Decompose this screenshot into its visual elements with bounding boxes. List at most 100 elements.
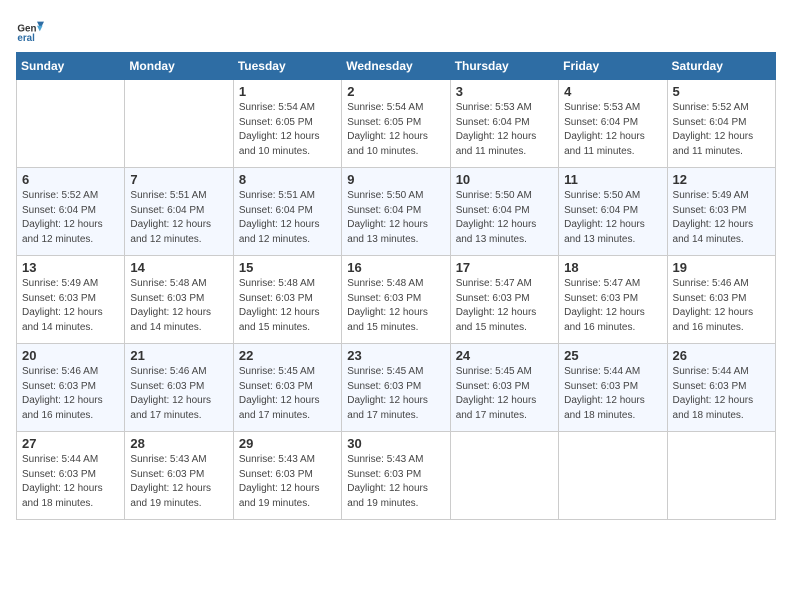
weekday-header-sunday: Sunday xyxy=(17,53,125,80)
day-number: 15 xyxy=(239,260,336,275)
calendar-cell xyxy=(559,432,667,520)
day-number: 6 xyxy=(22,172,119,187)
day-number: 19 xyxy=(673,260,770,275)
calendar-cell: 4 Sunrise: 5:53 AM Sunset: 6:04 PM Daylig… xyxy=(559,80,667,168)
calendar-table: SundayMondayTuesdayWednesdayThursdayFrid… xyxy=(16,52,776,520)
day-detail: Sunrise: 5:43 AM Sunset: 6:03 PM Dayligh… xyxy=(130,453,227,511)
day-number: 3 xyxy=(456,84,553,99)
day-number: 14 xyxy=(130,260,227,275)
day-number: 24 xyxy=(456,348,553,363)
logo: Gen eral xyxy=(16,16,48,44)
calendar-cell: 8 Sunrise: 5:51 AM Sunset: 6:04 PM Daylig… xyxy=(233,168,341,256)
day-number: 25 xyxy=(564,348,661,363)
day-detail: Sunrise: 5:53 AM Sunset: 6:04 PM Dayligh… xyxy=(456,101,553,159)
calendar-cell: 18 Sunrise: 5:47 AM Sunset: 6:03 PM Dayli… xyxy=(559,256,667,344)
day-detail: Sunrise: 5:44 AM Sunset: 6:03 PM Dayligh… xyxy=(22,453,119,511)
day-number: 30 xyxy=(347,436,444,451)
day-number: 8 xyxy=(239,172,336,187)
calendar-cell xyxy=(450,432,558,520)
day-number: 7 xyxy=(130,172,227,187)
day-number: 16 xyxy=(347,260,444,275)
day-detail: Sunrise: 5:43 AM Sunset: 6:03 PM Dayligh… xyxy=(347,453,444,511)
calendar-cell: 27 Sunrise: 5:44 AM Sunset: 6:03 PM Dayli… xyxy=(17,432,125,520)
day-detail: Sunrise: 5:48 AM Sunset: 6:03 PM Dayligh… xyxy=(347,277,444,335)
calendar-cell: 19 Sunrise: 5:46 AM Sunset: 6:03 PM Dayli… xyxy=(667,256,775,344)
calendar-cell: 3 Sunrise: 5:53 AM Sunset: 6:04 PM Daylig… xyxy=(450,80,558,168)
day-detail: Sunrise: 5:53 AM Sunset: 6:04 PM Dayligh… xyxy=(564,101,661,159)
day-detail: Sunrise: 5:54 AM Sunset: 6:05 PM Dayligh… xyxy=(347,101,444,159)
day-detail: Sunrise: 5:48 AM Sunset: 6:03 PM Dayligh… xyxy=(239,277,336,335)
day-detail: Sunrise: 5:48 AM Sunset: 6:03 PM Dayligh… xyxy=(130,277,227,335)
day-detail: Sunrise: 5:43 AM Sunset: 6:03 PM Dayligh… xyxy=(239,453,336,511)
calendar-cell: 1 Sunrise: 5:54 AM Sunset: 6:05 PM Daylig… xyxy=(233,80,341,168)
calendar-cell: 20 Sunrise: 5:46 AM Sunset: 6:03 PM Dayli… xyxy=(17,344,125,432)
day-detail: Sunrise: 5:47 AM Sunset: 6:03 PM Dayligh… xyxy=(456,277,553,335)
day-detail: Sunrise: 5:50 AM Sunset: 6:04 PM Dayligh… xyxy=(347,189,444,247)
day-detail: Sunrise: 5:52 AM Sunset: 6:04 PM Dayligh… xyxy=(673,101,770,159)
weekday-header-tuesday: Tuesday xyxy=(233,53,341,80)
day-number: 29 xyxy=(239,436,336,451)
calendar-cell: 30 Sunrise: 5:43 AM Sunset: 6:03 PM Dayli… xyxy=(342,432,450,520)
day-number: 9 xyxy=(347,172,444,187)
day-number: 28 xyxy=(130,436,227,451)
weekday-header-friday: Friday xyxy=(559,53,667,80)
day-number: 22 xyxy=(239,348,336,363)
day-detail: Sunrise: 5:46 AM Sunset: 6:03 PM Dayligh… xyxy=(673,277,770,335)
day-detail: Sunrise: 5:45 AM Sunset: 6:03 PM Dayligh… xyxy=(239,365,336,423)
weekday-header-thursday: Thursday xyxy=(450,53,558,80)
day-number: 1 xyxy=(239,84,336,99)
calendar-cell: 14 Sunrise: 5:48 AM Sunset: 6:03 PM Dayli… xyxy=(125,256,233,344)
day-number: 18 xyxy=(564,260,661,275)
day-number: 11 xyxy=(564,172,661,187)
calendar-cell: 7 Sunrise: 5:51 AM Sunset: 6:04 PM Daylig… xyxy=(125,168,233,256)
calendar-cell: 17 Sunrise: 5:47 AM Sunset: 6:03 PM Dayli… xyxy=(450,256,558,344)
day-detail: Sunrise: 5:46 AM Sunset: 6:03 PM Dayligh… xyxy=(130,365,227,423)
day-detail: Sunrise: 5:49 AM Sunset: 6:03 PM Dayligh… xyxy=(22,277,119,335)
day-number: 5 xyxy=(673,84,770,99)
calendar-cell: 5 Sunrise: 5:52 AM Sunset: 6:04 PM Daylig… xyxy=(667,80,775,168)
day-detail: Sunrise: 5:46 AM Sunset: 6:03 PM Dayligh… xyxy=(22,365,119,423)
day-detail: Sunrise: 5:51 AM Sunset: 6:04 PM Dayligh… xyxy=(239,189,336,247)
day-detail: Sunrise: 5:51 AM Sunset: 6:04 PM Dayligh… xyxy=(130,189,227,247)
calendar-cell: 11 Sunrise: 5:50 AM Sunset: 6:04 PM Dayli… xyxy=(559,168,667,256)
day-detail: Sunrise: 5:47 AM Sunset: 6:03 PM Dayligh… xyxy=(564,277,661,335)
weekday-header-wednesday: Wednesday xyxy=(342,53,450,80)
day-number: 21 xyxy=(130,348,227,363)
day-detail: Sunrise: 5:54 AM Sunset: 6:05 PM Dayligh… xyxy=(239,101,336,159)
calendar-cell: 6 Sunrise: 5:52 AM Sunset: 6:04 PM Daylig… xyxy=(17,168,125,256)
calendar-cell: 21 Sunrise: 5:46 AM Sunset: 6:03 PM Dayli… xyxy=(125,344,233,432)
weekday-header-monday: Monday xyxy=(125,53,233,80)
calendar-cell xyxy=(667,432,775,520)
day-number: 27 xyxy=(22,436,119,451)
calendar-cell: 12 Sunrise: 5:49 AM Sunset: 6:03 PM Dayli… xyxy=(667,168,775,256)
day-number: 26 xyxy=(673,348,770,363)
day-number: 13 xyxy=(22,260,119,275)
day-detail: Sunrise: 5:52 AM Sunset: 6:04 PM Dayligh… xyxy=(22,189,119,247)
day-number: 17 xyxy=(456,260,553,275)
calendar-cell: 24Sunrise: 5:45 AM Sunset: 6:03 PM Dayli… xyxy=(450,344,558,432)
calendar-cell: 23 Sunrise: 5:45 AM Sunset: 6:03 PM Dayli… xyxy=(342,344,450,432)
calendar-cell xyxy=(17,80,125,168)
day-detail: Sunrise: 5:44 AM Sunset: 6:03 PM Dayligh… xyxy=(673,365,770,423)
day-number: 10 xyxy=(456,172,553,187)
calendar-cell: 2 Sunrise: 5:54 AM Sunset: 6:05 PM Daylig… xyxy=(342,80,450,168)
day-number: 23 xyxy=(347,348,444,363)
day-number: 12 xyxy=(673,172,770,187)
calendar-cell: 16 Sunrise: 5:48 AM Sunset: 6:03 PM Dayli… xyxy=(342,256,450,344)
day-detail: Sunrise: 5:49 AM Sunset: 6:03 PM Dayligh… xyxy=(673,189,770,247)
calendar-cell: 29 Sunrise: 5:43 AM Sunset: 6:03 PM Dayli… xyxy=(233,432,341,520)
calendar-cell xyxy=(125,80,233,168)
day-number: 2 xyxy=(347,84,444,99)
calendar-cell: 10Sunrise: 5:50 AM Sunset: 6:04 PM Dayli… xyxy=(450,168,558,256)
day-detail: Sunrise: 5:44 AM Sunset: 6:03 PM Dayligh… xyxy=(564,365,661,423)
day-detail: Sunrise: 5:50 AM Sunset: 6:04 PM Dayligh… xyxy=(564,189,661,247)
svg-text:eral: eral xyxy=(17,33,35,44)
calendar-cell: 13 Sunrise: 5:49 AM Sunset: 6:03 PM Dayli… xyxy=(17,256,125,344)
calendar-cell: 25 Sunrise: 5:44 AM Sunset: 6:03 PM Dayli… xyxy=(559,344,667,432)
calendar-cell: 28 Sunrise: 5:43 AM Sunset: 6:03 PM Dayli… xyxy=(125,432,233,520)
day-number: 20 xyxy=(22,348,119,363)
calendar-cell: 22 Sunrise: 5:45 AM Sunset: 6:03 PM Dayli… xyxy=(233,344,341,432)
day-detail: Sunrise: 5:45 AM Sunset: 6:03 PM Dayligh… xyxy=(347,365,444,423)
day-number: 4 xyxy=(564,84,661,99)
weekday-header-saturday: Saturday xyxy=(667,53,775,80)
